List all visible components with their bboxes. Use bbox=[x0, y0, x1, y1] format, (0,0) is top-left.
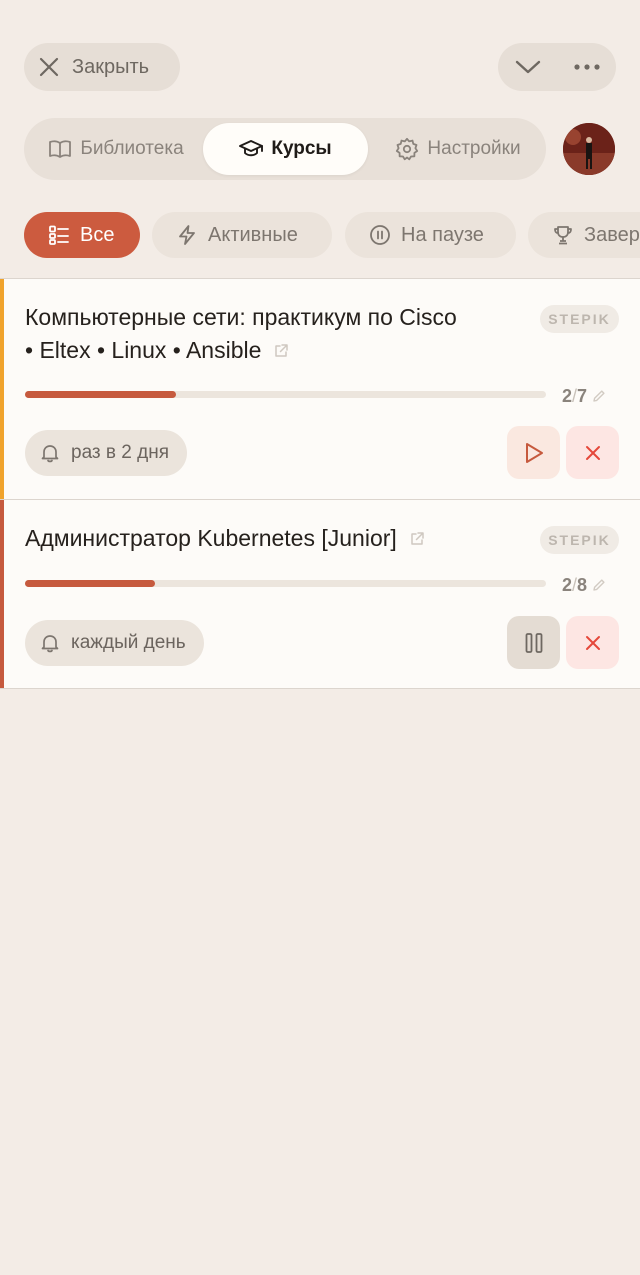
filter-paused[interactable]: На паузе bbox=[345, 212, 516, 258]
collapse-button[interactable] bbox=[498, 43, 557, 91]
course-title-line: Компьютерные сети: практикум по Cisco bbox=[25, 304, 457, 330]
trophy-icon bbox=[552, 224, 574, 246]
progress-count[interactable]: 2/8 bbox=[562, 575, 606, 596]
list-divider bbox=[0, 688, 640, 689]
edit-pencil-icon[interactable] bbox=[592, 389, 606, 403]
course-title-line-text: Администратор Kubernetes [Junior] bbox=[25, 525, 397, 551]
lightning-icon bbox=[176, 224, 198, 246]
reminder-label: раз в 2 дня bbox=[71, 442, 169, 463]
progress-count[interactable]: 2/7 bbox=[562, 386, 606, 407]
avatar[interactable] bbox=[563, 123, 615, 175]
top-bar: Закрыть bbox=[0, 0, 640, 110]
delete-button[interactable] bbox=[566, 426, 619, 479]
close-icon bbox=[38, 56, 60, 78]
progress-done: 2 bbox=[562, 386, 573, 406]
close-icon bbox=[584, 634, 602, 652]
tab-courses-label: Курсы bbox=[271, 138, 332, 159]
filter-completed-label: Завер bbox=[584, 223, 640, 246]
status-stripe bbox=[0, 500, 4, 689]
tab-settings-label: Настройки bbox=[427, 138, 521, 159]
graduation-cap-icon bbox=[239, 137, 264, 161]
course-title[interactable]: Компьютерные сети: практикум по Cisco • … bbox=[25, 301, 530, 367]
course-title[interactable]: Администратор Kubernetes [Junior] bbox=[25, 522, 530, 555]
progress-fill bbox=[25, 391, 177, 398]
tab-courses[interactable]: Курсы bbox=[203, 123, 368, 175]
progress-bar bbox=[25, 391, 546, 398]
filter-active-label: Активные bbox=[208, 223, 298, 246]
tab-library-label: Библиотека bbox=[80, 138, 184, 159]
list-icon bbox=[48, 224, 70, 246]
status-stripe bbox=[0, 279, 4, 500]
filter-paused-label: На паузе bbox=[401, 223, 484, 246]
filter-completed[interactable]: Завер bbox=[528, 212, 640, 258]
pause-icon bbox=[524, 632, 544, 654]
filter-all-label: Все bbox=[80, 223, 115, 246]
pause-button[interactable] bbox=[507, 616, 560, 669]
play-button[interactable] bbox=[507, 426, 560, 479]
progress-fill bbox=[25, 580, 156, 587]
close-button[interactable]: Закрыть bbox=[24, 43, 180, 91]
bell-icon bbox=[39, 442, 61, 464]
filter-bar: Все Активные На паузе Завер bbox=[0, 212, 640, 258]
course-card[interactable]: Администратор Kubernetes [Junior] STEPIK… bbox=[0, 499, 640, 689]
progress-bar bbox=[25, 580, 546, 587]
filter-active[interactable]: Активные bbox=[152, 212, 332, 258]
external-link-icon[interactable] bbox=[409, 531, 425, 547]
close-label: Закрыть bbox=[72, 55, 150, 78]
course-title-line: • Eltex • Linux • Ansible bbox=[25, 334, 530, 367]
play-icon bbox=[523, 441, 545, 465]
chevron-down-icon bbox=[515, 59, 541, 75]
reminder-chip[interactable]: раз в 2 дня bbox=[25, 430, 187, 476]
close-icon bbox=[584, 444, 602, 462]
reminder-chip[interactable]: каждый день bbox=[25, 620, 204, 666]
progress-total: 7 bbox=[577, 386, 588, 406]
more-button[interactable] bbox=[557, 43, 616, 91]
pause-circle-icon bbox=[369, 224, 391, 246]
delete-button[interactable] bbox=[566, 616, 619, 669]
course-card[interactable]: Компьютерные сети: практикум по Cisco • … bbox=[0, 278, 640, 500]
platform-badge: STEPIK bbox=[540, 305, 619, 333]
progress-done: 2 bbox=[562, 575, 573, 595]
edit-pencil-icon[interactable] bbox=[592, 578, 606, 592]
progress-total: 8 bbox=[577, 575, 588, 595]
bell-icon bbox=[39, 632, 61, 654]
book-icon bbox=[48, 137, 72, 161]
reminder-label: каждый день bbox=[71, 632, 186, 653]
main-nav: Библиотека Курсы Настройки bbox=[24, 118, 546, 180]
course-title-line-text: • Eltex • Linux • Ansible bbox=[25, 337, 262, 363]
tab-settings[interactable]: Настройки bbox=[374, 123, 542, 175]
filter-all[interactable]: Все bbox=[24, 212, 140, 258]
more-horizontal-icon bbox=[573, 63, 601, 71]
window-controls bbox=[498, 43, 616, 91]
gear-icon bbox=[395, 137, 419, 161]
tab-library[interactable]: Библиотека bbox=[30, 123, 202, 175]
external-link-icon[interactable] bbox=[273, 343, 289, 359]
course-title-line: Администратор Kubernetes [Junior] bbox=[25, 522, 530, 555]
platform-badge: STEPIK bbox=[540, 526, 619, 554]
